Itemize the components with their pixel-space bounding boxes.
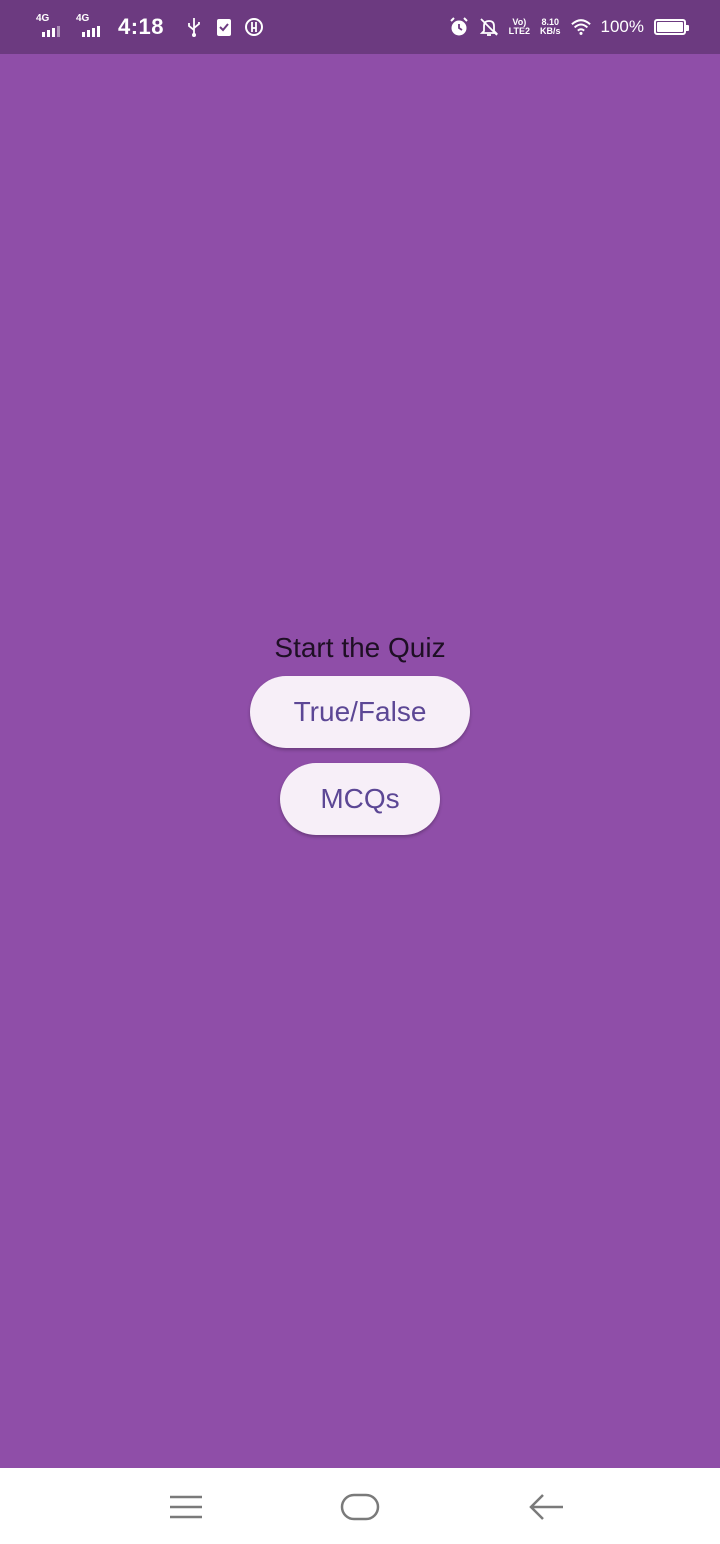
clipboard-check-icon <box>214 17 234 37</box>
page-title: Start the Quiz <box>274 632 446 663</box>
mcqs-button[interactable]: MCQs <box>280 763 440 835</box>
network-type-label: 4G <box>76 13 90 24</box>
back-arrow-icon <box>529 1494 563 1520</box>
volte-bottom-label: LTE2 <box>508 26 530 36</box>
true-false-button[interactable]: True/False <box>250 676 470 748</box>
main-content: Start the Quiz True/False MCQs <box>0 54 720 1468</box>
network-type-label: 4G <box>36 13 50 24</box>
quiz-start-panel: Start the Quiz True/False MCQs <box>0 630 720 835</box>
signal-sim1-icon: 4G <box>36 13 66 39</box>
home-button[interactable] <box>335 1488 385 1526</box>
data-saver-icon <box>244 17 264 37</box>
wifi-icon <box>570 17 591 37</box>
menu-icon <box>170 1495 202 1519</box>
navigation-bar <box>0 1468 720 1544</box>
signal-sim2-icon: 4G <box>76 13 106 39</box>
alarm-icon <box>449 17 469 37</box>
battery-percent: 100% <box>600 17 644 36</box>
recent-apps-button[interactable] <box>161 1488 211 1526</box>
status-bar-left: 4G 4G 4:18 <box>36 13 264 40</box>
notifications-off-icon <box>479 17 499 37</box>
back-button[interactable] <box>522 1488 572 1526</box>
home-icon <box>340 1493 380 1521</box>
speed-unit: KB/s <box>540 26 561 36</box>
status-bar-right: Vo) LTE2 8.10 KB/s 100% <box>449 17 689 37</box>
battery-icon <box>654 19 689 35</box>
volte-indicator: Vo) LTE2 <box>509 18 530 36</box>
network-speed: 8.10 KB/s <box>540 18 561 36</box>
status-bar: 4G 4G 4:18 Vo) LTE2 8.10 KB/s 100% <box>0 0 720 54</box>
clock: 4:18 <box>118 14 165 39</box>
usb-icon <box>184 17 204 37</box>
